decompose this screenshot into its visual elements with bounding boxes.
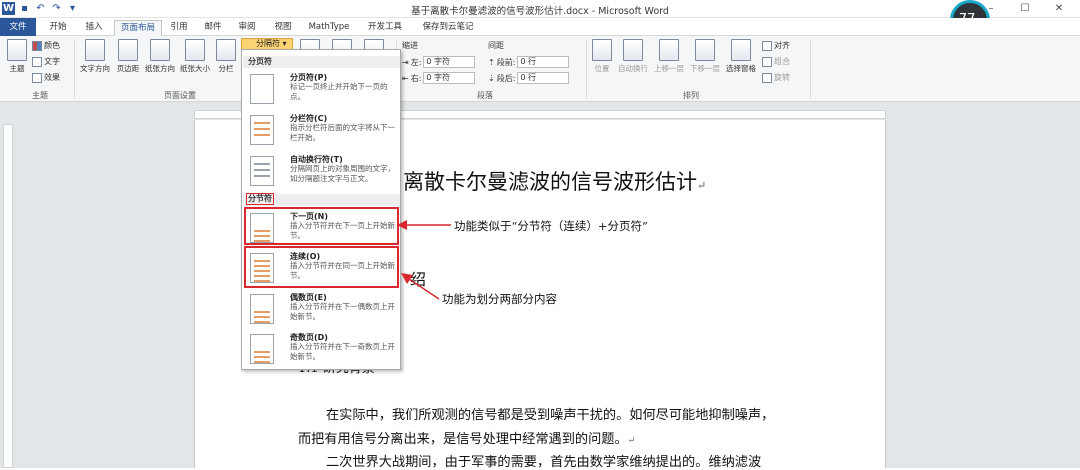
orientation-icon (150, 39, 170, 61)
paper-size-icon (185, 39, 205, 61)
selection-pane-icon (731, 39, 751, 61)
send-backward-icon (695, 39, 715, 61)
effects-icon (32, 72, 42, 83)
spacing-after-row: ⇣ 段后: 0 行 (488, 72, 570, 84)
columns-button[interactable]: 分栏 (214, 39, 238, 79)
menu-item-text-wrapping-break[interactable]: 自动换行符(T) 分隔网页上的对象周围的文字，如分隔题注文字与正文。 (243, 152, 400, 192)
body-line: 二次世界大战期间，由于军事的需要，首先由数学家维纳提出的。维纳滤波 (326, 455, 762, 470)
position-button[interactable]: 位置 (590, 39, 614, 79)
arrange-group-label: 排列 (683, 91, 699, 100)
spacing-before-icon: ⇡ (488, 57, 495, 67)
text-direction-icon (85, 39, 105, 61)
ribbon-tabs: 文件 开始 插入 页面布局 引用 邮件 审阅 视图 MathType 开发工具 … (0, 18, 1080, 48)
menu-item-page-break[interactable]: 分页符(P) 标记一页终止并开始下一页的点。 (243, 70, 400, 110)
vertical-ruler[interactable] (3, 124, 13, 468)
tab-references[interactable]: 引用 (164, 20, 194, 36)
page-breaks-header: 分页符 (243, 56, 400, 68)
indent-right-input[interactable]: 0 字符 (423, 72, 476, 84)
bring-forward-button[interactable]: 上移一层 (652, 39, 686, 79)
themes-icon (7, 39, 27, 61)
body-line: 而把有用信号分离出来，是信号处理中经常遇到的问题。↵ (298, 432, 636, 447)
tab-mailings[interactable]: 邮件 (198, 20, 228, 36)
fonts-icon (32, 56, 42, 67)
tab-mathtype[interactable]: MathType (304, 20, 354, 36)
annotation-next-page: 功能类似于“分节符（连续）+分页符” (454, 219, 648, 233)
indent-heading: 缩进 (402, 41, 418, 50)
theme-colors-button[interactable]: 颜色 (32, 40, 60, 51)
margins-button[interactable]: 页边距 (114, 39, 142, 79)
highlight-next-page (244, 207, 399, 245)
selection-pane-button[interactable]: 选择窗格 (724, 39, 758, 79)
section-breaks-label: 分节符 (246, 193, 274, 205)
ribbon: 主题 颜色 文字 效果 主题 文字方向 页边距 纸张方向 纸张大小 分栏 页面设… (0, 36, 1080, 102)
group-divider (810, 40, 811, 98)
tab-review[interactable]: 审阅 (232, 20, 262, 36)
close-button[interactable]: ✕ (1042, 0, 1076, 18)
rotate-button[interactable]: 旋转 (762, 72, 790, 83)
group-icon (762, 56, 772, 67)
text-wrapping-icon (250, 156, 274, 186)
document-title: 离散卡尔曼滤波的信号波形估计↵ (403, 170, 707, 194)
margins-icon (118, 39, 138, 61)
colors-icon (32, 40, 42, 51)
rotate-icon (762, 72, 772, 83)
theme-group-label: 主题 (32, 91, 48, 100)
send-backward-button[interactable]: 下移一层 (688, 39, 722, 79)
columns-icon (216, 39, 236, 61)
tab-home[interactable]: 开始 (42, 20, 74, 36)
menu-item-odd-page[interactable]: 奇数页(D) 插入分节符并在下一奇数页上开始新节。 (243, 330, 400, 370)
wrap-text-icon (623, 39, 643, 61)
group-objects-button[interactable]: 组合 (762, 56, 790, 67)
odd-page-icon (250, 334, 274, 364)
page-setup-group-label: 页面设置 (164, 91, 196, 100)
paragraph-group-label: 段落 (477, 91, 493, 100)
indent-left-input[interactable]: 0 字符 (423, 56, 476, 68)
tab-file[interactable]: 文件 (0, 18, 36, 36)
even-page-icon (250, 294, 274, 324)
annotation-continuous: 功能为划分两部分内容 (442, 292, 557, 306)
align-icon (762, 40, 772, 51)
spacing-before-input[interactable]: 0 行 (517, 56, 570, 68)
tab-page-layout[interactable]: 页面布局 (114, 20, 162, 36)
spacing-heading: 间距 (488, 41, 504, 50)
column-break-icon (250, 115, 274, 145)
group-divider (74, 40, 75, 98)
maximize-button[interactable]: ☐ (1008, 0, 1042, 18)
theme-fonts-button[interactable]: 文字 (32, 56, 60, 67)
tab-save-to-cloud[interactable]: 保存到云笔记 (416, 20, 480, 36)
spacing-before-row: ⇡ 段前: 0 行 (488, 56, 570, 68)
bring-forward-icon (659, 39, 679, 61)
theme-effects-button[interactable]: 效果 (32, 72, 60, 83)
spacing-after-input[interactable]: 0 行 (517, 72, 570, 84)
size-button[interactable]: 纸张大小 (178, 39, 212, 79)
indent-left-icon: ⇥ (402, 57, 409, 67)
title-bar: W ▪ ↶ ↷ ▾ 基于离散卡尔曼滤波的信号波形估计.docx - Micros… (0, 0, 1080, 18)
tab-insert[interactable]: 插入 (78, 20, 110, 36)
menu-item-column-break[interactable]: 分栏符(C) 指示分栏符后面的文字将从下一栏开始。 (243, 111, 400, 151)
themes-button[interactable]: 主题 (4, 39, 30, 79)
spacing-after-icon: ⇣ (488, 73, 495, 83)
tab-view[interactable]: 视图 (268, 20, 298, 36)
menu-item-even-page[interactable]: 偶数页(E) 插入分节符并在下一偶数页上开始新节。 (243, 290, 400, 330)
indent-right-row: ⇤ 右: 0 字符 (402, 72, 476, 84)
window-title: 基于离散卡尔曼滤波的信号波形估计.docx - Microsoft Word (411, 6, 669, 17)
highlight-continuous (244, 246, 399, 288)
text-direction-button[interactable]: 文字方向 (78, 39, 112, 79)
position-icon (592, 39, 612, 61)
indent-right-icon: ⇤ (402, 73, 409, 83)
body-line: 在实际中，我们所观测的信号都是受到噪声干扰的。如何尽可能地抑制噪声， (326, 408, 775, 423)
group-divider (586, 40, 587, 98)
page-break-icon (250, 74, 274, 104)
indent-left-row: ⇥ 左: 0 字符 (402, 56, 476, 68)
orientation-button[interactable]: 纸张方向 (144, 39, 176, 79)
wrap-text-button[interactable]: 自动换行 (616, 39, 650, 79)
align-button[interactable]: 对齐 (762, 40, 790, 51)
tab-developer[interactable]: 开发工具 (360, 20, 410, 36)
